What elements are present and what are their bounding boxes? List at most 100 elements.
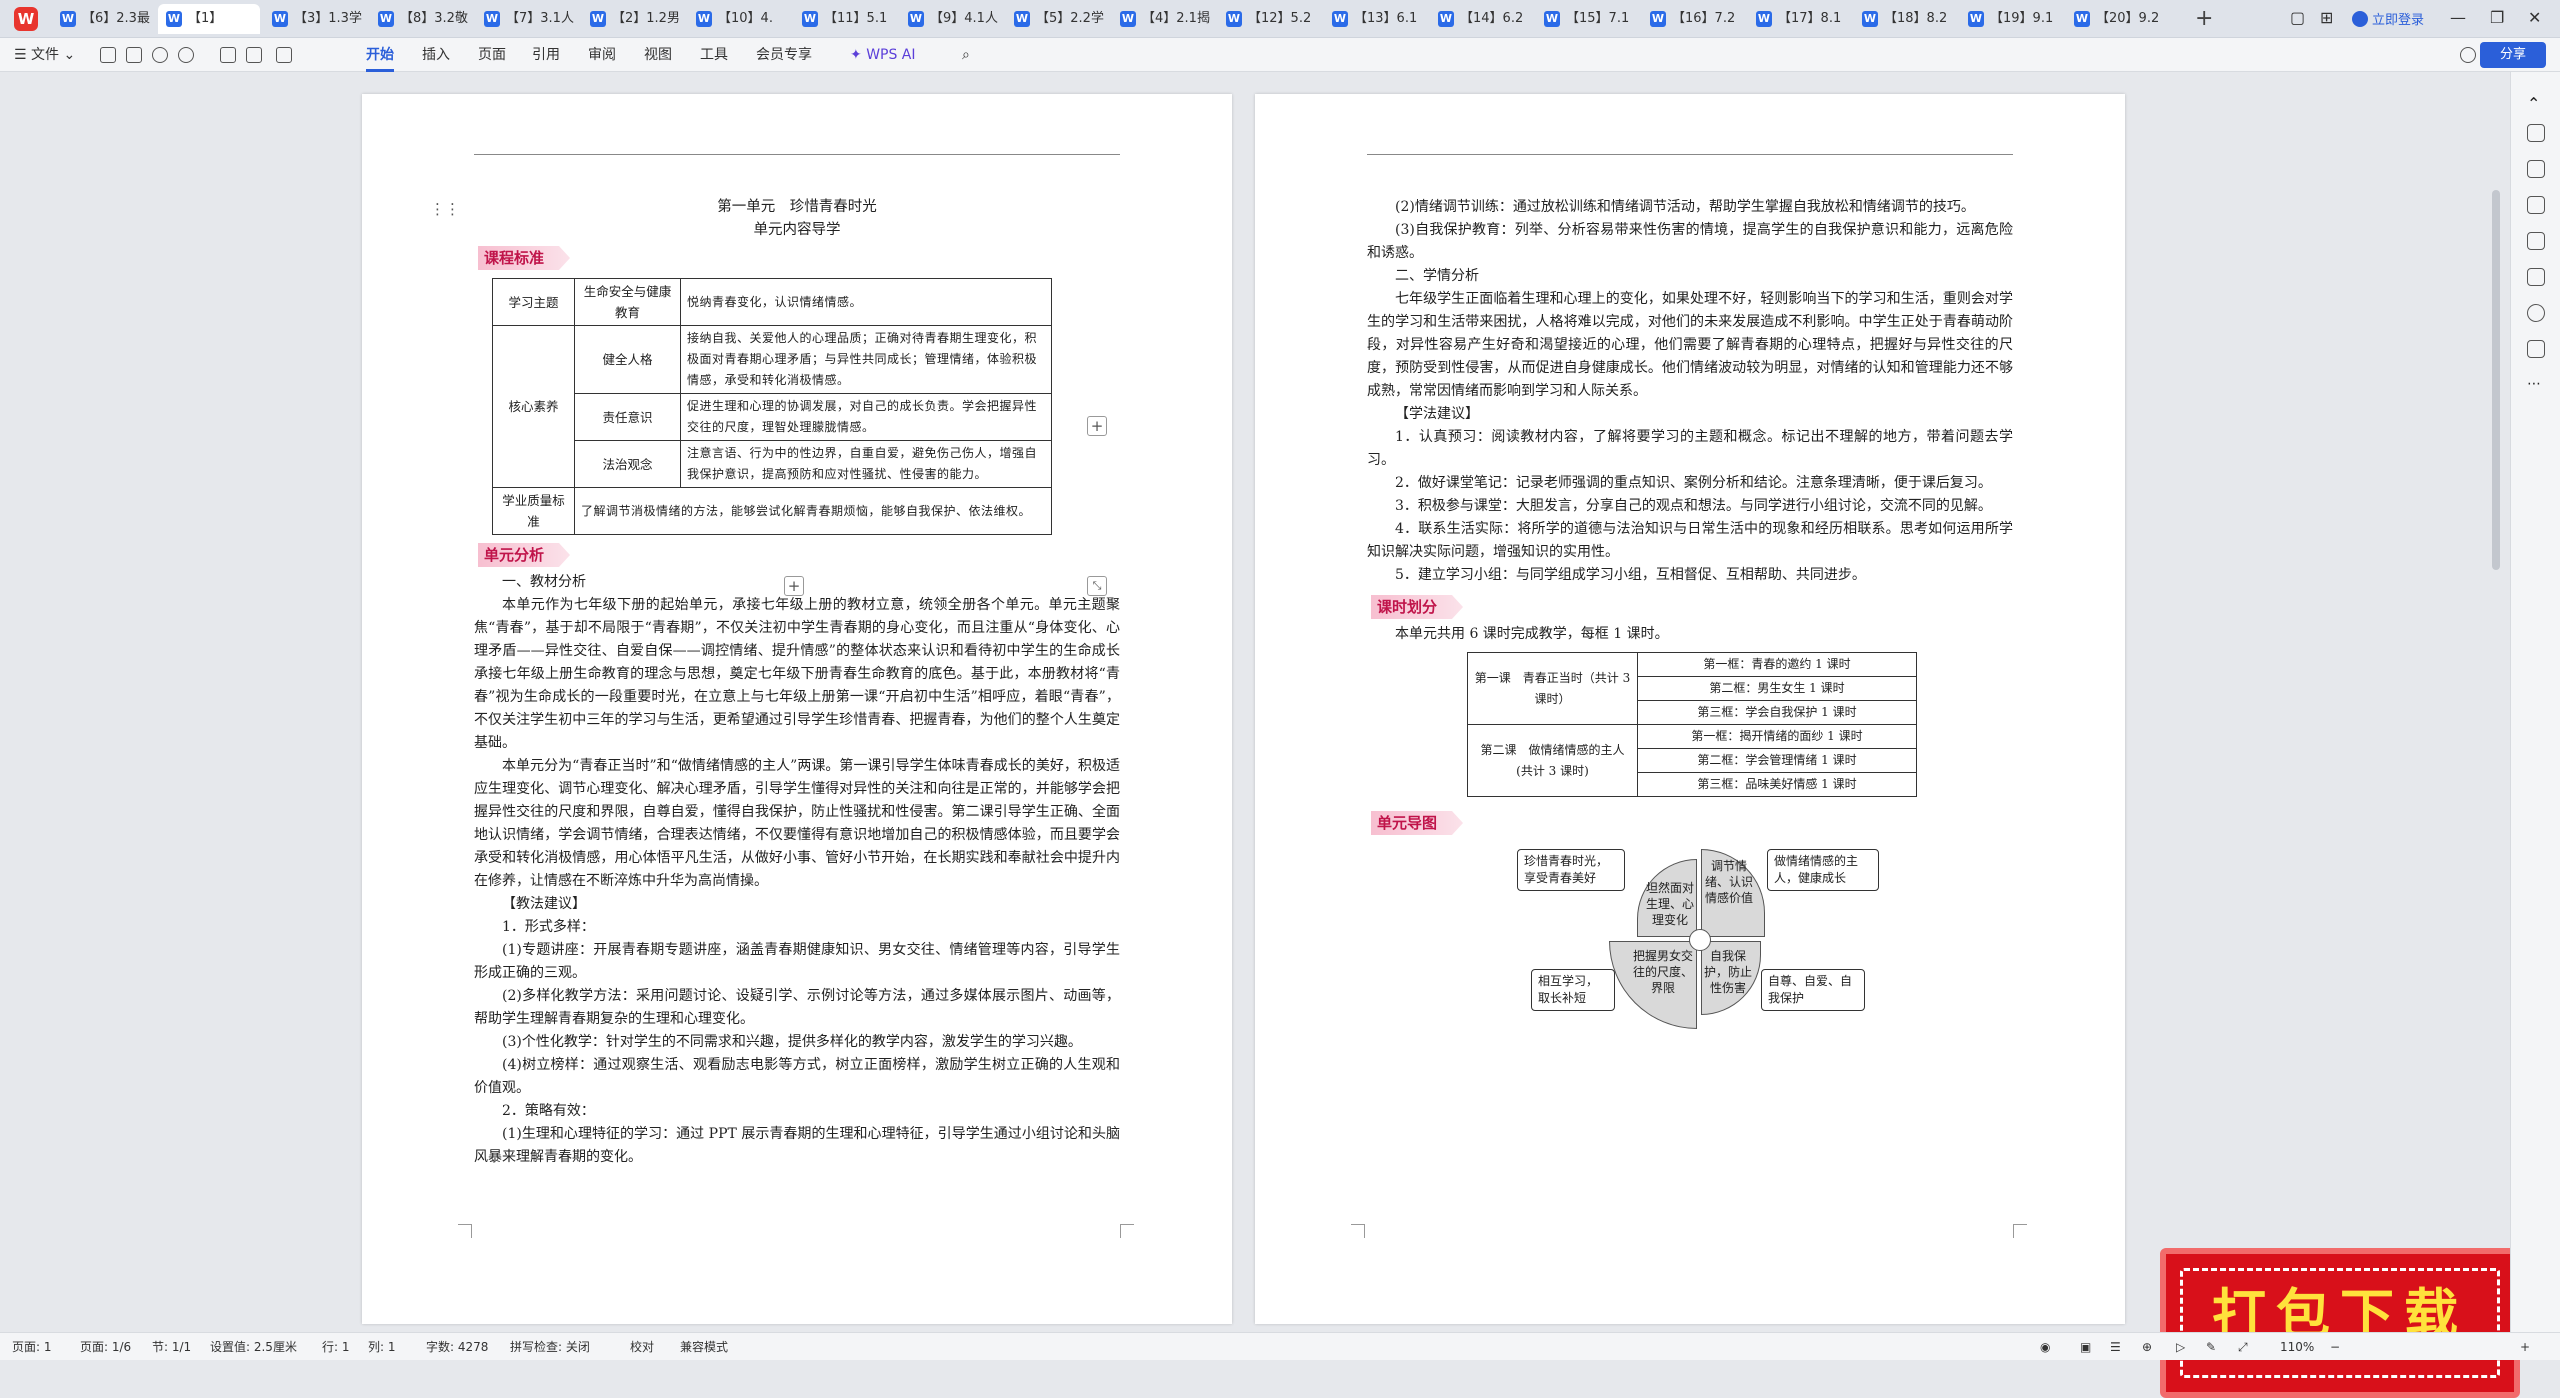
print-icon[interactable] [220, 47, 236, 63]
document-tab[interactable]: W 【5】2.2学 [1006, 4, 1108, 34]
document-tab[interactable]: W 【11】5.1 [794, 4, 896, 34]
document-tab[interactable]: W 【16】7.2 [1642, 4, 1744, 34]
document-tab[interactable]: W 【6】2.3最 [52, 4, 154, 34]
table-cell[interactable]: 第一框：青春的邀约 1 课时 [1637, 652, 1917, 677]
menu-tab[interactable]: 工具 [700, 38, 728, 72]
document-tab[interactable]: W 【7】3.1人 [476, 4, 578, 34]
fit-icon[interactable]: ⤢ [2238, 1333, 2248, 1361]
menu-tab[interactable]: 插入 [422, 38, 450, 72]
document-tab[interactable]: W 【17】8.1 [1748, 4, 1850, 34]
preview-icon[interactable] [246, 47, 262, 63]
paragraph: (1)专题讲座：开展青春期专题讲座，涵盖青春期健康知识、男女交往、情绪管理等内容… [474, 942, 1120, 981]
wps-logo[interactable]: W [14, 7, 38, 31]
new-tab-button[interactable]: + [2195, 4, 2213, 34]
open-icon[interactable] [126, 47, 142, 63]
table-cell[interactable]: 学业质量标准 [492, 487, 575, 535]
share-button[interactable]: 分享 [2480, 42, 2546, 68]
table-cell[interactable]: 第二课 做情绪情感的主人(共计 3 课时) [1467, 724, 1638, 797]
status-proofread[interactable]: 校对 [630, 1333, 654, 1361]
redo-icon[interactable] [178, 47, 194, 63]
table-cell[interactable]: 法治观念 [574, 440, 681, 488]
chevron-up-icon[interactable]: ⌃ [2527, 94, 2545, 113]
table-cell[interactable]: 促进生理和心理的协调发展，对自己的成长负责。学会把握异性交往的尺度，理智处理朦胧… [680, 393, 1052, 441]
menu-tab[interactable]: 引用 [532, 38, 560, 72]
document-tab[interactable]: W 【2】1.2男 [582, 4, 684, 34]
status-words[interactable]: 字数: 4278 [426, 1333, 488, 1361]
document-tab[interactable]: W 【19】9.1 [1960, 4, 2062, 34]
menu-tab[interactable]: 页面 [478, 38, 506, 72]
tools-icon[interactable] [2527, 268, 2545, 286]
web-view-icon[interactable]: ⊕ [2142, 1333, 2152, 1361]
table-cell[interactable]: 责任意识 [574, 393, 681, 441]
more-icon[interactable]: ⋯ [2527, 376, 2545, 394]
table-cell[interactable]: 核心素养 [492, 325, 575, 488]
format-painter-icon[interactable] [276, 47, 292, 63]
document-tab[interactable]: W 【14】6.2 [1430, 4, 1532, 34]
settings-icon[interactable] [2527, 196, 2545, 214]
document-tab[interactable]: W 【4】2.1揭 [1112, 4, 1214, 34]
translate-icon[interactable] [2527, 232, 2545, 250]
list-view-icon[interactable]: ☰ [2110, 1333, 2121, 1361]
table-cell[interactable]: 健全人格 [574, 325, 681, 394]
table-cell[interactable]: 第一课 青春正当时（共计 3 课时） [1467, 652, 1638, 725]
document-page-2[interactable]: (2)情绪调节训练：通过放松训练和情绪调节活动，帮助学生掌握自我放松和情绪调节的… [1255, 94, 2125, 1324]
vertical-scrollbar[interactable] [2492, 190, 2500, 570]
document-workspace[interactable]: + + ⤡ ⋮⋮ 第一单元 珍惜青春时光 单元内容导学 课程标准 学习主题 生命… [0, 72, 2520, 1398]
table-cell[interactable]: 生命安全与健康教育 [574, 278, 681, 326]
document-tab[interactable]: W 【12】5.2 [1218, 4, 1320, 34]
zoom-in-icon[interactable]: + [2520, 1333, 2530, 1361]
close-button[interactable]: ✕ [2528, 8, 2541, 27]
document-tab[interactable]: W 【18】8.2 [1854, 4, 1956, 34]
drag-handle-icon[interactable]: ⋮⋮ [430, 200, 460, 220]
file-menu[interactable]: ☰ 文件 ⌄ [14, 38, 75, 72]
wps-ai-button[interactable]: ✦ WPS AI [850, 38, 916, 72]
page-view-icon[interactable]: ▣ [2080, 1333, 2091, 1361]
document-tab[interactable]: W 【8】3.2敬 [370, 4, 472, 34]
zoom-level[interactable]: 110% [2280, 1333, 2314, 1361]
menu-tab[interactable]: 审阅 [588, 38, 616, 72]
document-tab[interactable]: W 【1】 [158, 4, 260, 34]
download-banner[interactable]: 打包下载 [2160, 1248, 2520, 1398]
cloud-icon[interactable] [2460, 47, 2476, 63]
minimize-button[interactable]: — [2450, 8, 2466, 27]
status-spellcheck[interactable]: 拼写检查: 关闭 [510, 1333, 590, 1361]
help-icon[interactable] [2527, 304, 2545, 322]
table-cell[interactable]: 第三框：学会自我保护 1 课时 [1637, 700, 1917, 725]
save-icon[interactable] [100, 47, 116, 63]
document-tab[interactable]: W 【13】6.1 [1324, 4, 1426, 34]
table-cell[interactable]: 第二框：学会管理情绪 1 课时 [1637, 748, 1917, 773]
document-page-1[interactable]: + + ⤡ ⋮⋮ 第一单元 珍惜青春时光 单元内容导学 课程标准 学习主题 生命… [362, 94, 1232, 1324]
document-tab[interactable]: W 【10】4. [688, 4, 790, 34]
zoom-out-icon[interactable]: − [2330, 1333, 2340, 1361]
table-cell[interactable]: 悦纳青春变化，认识情绪情感。 [680, 278, 1052, 326]
word-doc-icon: W [1014, 11, 1030, 27]
table-cell[interactable]: 接纳自我、关爱他人的心理品质；正确对待青春期生理变化，积极面对青春期心理矛盾；与… [680, 325, 1052, 394]
search-icon[interactable]: ⌕ [962, 38, 970, 72]
document-tab[interactable]: W 【3】1.3学 [264, 4, 366, 34]
eye-icon[interactable]: ◉ [2040, 1333, 2050, 1361]
edit-icon[interactable] [2527, 124, 2545, 142]
table-cell[interactable]: 第三框：品味美好情感 1 课时 [1637, 772, 1917, 797]
table-cell[interactable]: 了解调节消极情绪的方法，能够尝试化解青春期烦恼，能够自我保护、依法维权。 [574, 487, 1052, 535]
play-icon[interactable]: ▷ [2176, 1333, 2185, 1361]
document-tab[interactable]: W 【9】4.1人 [900, 4, 1002, 34]
pen-icon[interactable]: ✎ [2206, 1333, 2216, 1361]
restore-button[interactable]: ❐ [2490, 8, 2504, 27]
login-button[interactable]: 立即登录 [2352, 9, 2424, 28]
map-node: 相互学习，取长补短 [1531, 969, 1615, 1011]
undo-icon[interactable] [152, 47, 168, 63]
status-pages[interactable]: 页面: 1/6 [80, 1333, 131, 1361]
document-tab[interactable]: W 【20】9.2 [2066, 4, 2168, 34]
table-cell[interactable]: 第二框：男生女生 1 课时 [1637, 676, 1917, 701]
menu-tab[interactable]: 视图 [644, 38, 672, 72]
select-icon[interactable] [2527, 160, 2545, 178]
document-tab[interactable]: W 【15】7.1 [1536, 4, 1638, 34]
table-cell[interactable]: 注意言语、行为中的性边界，自重自爱，避免伤己伤人，增强自我保护意识，提高预防和应… [680, 440, 1052, 488]
window-icon[interactable]: ▢ [2290, 8, 2305, 27]
tile-icon[interactable]: ⊞ [2320, 8, 2333, 27]
table-cell[interactable]: 第一框：揭开情绪的面纱 1 课时 [1637, 724, 1917, 749]
menu-tab[interactable]: 会员专享 [756, 38, 812, 72]
feedback-icon[interactable] [2527, 340, 2545, 358]
menu-tab[interactable]: 开始 [366, 38, 394, 72]
table-cell[interactable]: 学习主题 [492, 278, 575, 326]
